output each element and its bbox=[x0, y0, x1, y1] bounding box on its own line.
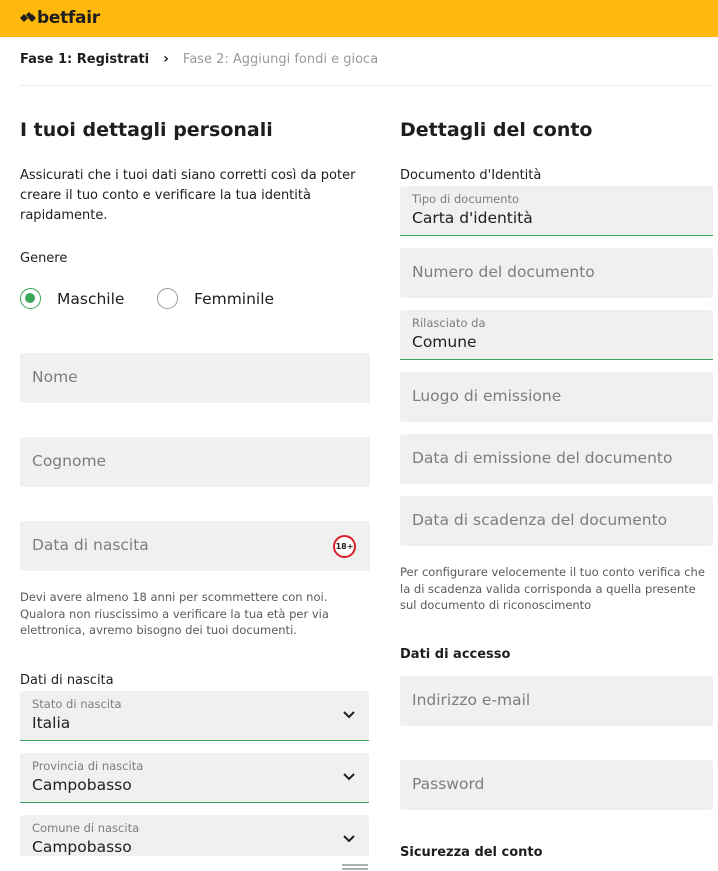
step-2-label: Fase 2: Aggiungi fondi e gioca bbox=[182, 51, 379, 67]
gender-option-female: Femminile bbox=[194, 289, 275, 308]
document-type-value: Carta d'identità bbox=[412, 209, 533, 227]
chevron-down-icon bbox=[343, 711, 355, 719]
password-placeholder: Password bbox=[412, 775, 485, 793]
radio-selected-icon[interactable] bbox=[20, 288, 41, 309]
expiry-date-input[interactable]: Data di scadenza del documento bbox=[400, 496, 713, 546]
document-type-label: Tipo di documento bbox=[412, 192, 520, 206]
document-type-select[interactable]: Tipo di documento Carta d'identità bbox=[400, 186, 713, 236]
password-input[interactable]: Password bbox=[400, 760, 713, 810]
document-number-input[interactable]: Numero del documento bbox=[400, 248, 713, 298]
issue-place-placeholder: Luogo di emissione bbox=[412, 387, 562, 405]
drag-handle-icon[interactable] bbox=[342, 864, 368, 866]
betfair-logo[interactable]: betfair bbox=[20, 8, 100, 28]
last-name-placeholder: Cognome bbox=[32, 452, 107, 470]
birth-state-select[interactable]: Stato di nascita Italia bbox=[20, 691, 369, 741]
birth-date-placeholder: Data di nascita bbox=[32, 536, 149, 554]
birth-city-label: Comune di nascita bbox=[32, 821, 140, 835]
personal-details-title: I tuoi dettagli personali bbox=[20, 119, 273, 141]
last-name-input[interactable]: Cognome bbox=[20, 437, 370, 487]
birth-province-label: Provincia di nascita bbox=[32, 759, 144, 773]
top-bar: betfair bbox=[0, 0, 718, 37]
issued-by-select[interactable]: Rilasciato da Comune bbox=[400, 310, 713, 360]
expiry-date-placeholder: Data di scadenza del documento bbox=[412, 511, 668, 529]
account-details-title: Dettagli del conto bbox=[400, 119, 593, 141]
issued-by-label: Rilasciato da bbox=[412, 316, 486, 330]
progress-steps: Fase 1: Registrati › Fase 2: Aggiungi fo… bbox=[20, 51, 378, 67]
divider bbox=[20, 85, 712, 86]
step-1-label: Fase 1: Registrati bbox=[20, 51, 150, 67]
age-requirement-note: Devi avere almeno 18 anni per scommetter… bbox=[20, 590, 329, 637]
chevron-right-icon: › bbox=[163, 51, 169, 67]
birth-province-select[interactable]: Provincia di nascita Campobasso bbox=[20, 753, 369, 803]
issue-place-input[interactable]: Luogo di emissione bbox=[400, 372, 713, 422]
birth-state-label: Stato di nascita bbox=[32, 697, 122, 711]
brand-name: betfair bbox=[37, 8, 100, 28]
personal-intro-text: Assicurati che i tuoi dati siano corrett… bbox=[20, 168, 356, 223]
email-input[interactable]: Indirizzo e-mail bbox=[400, 676, 713, 726]
first-name-input[interactable]: Nome bbox=[20, 353, 370, 403]
birth-data-title: Dati di nascita bbox=[20, 673, 114, 688]
birth-province-value: Campobasso bbox=[32, 776, 132, 794]
gender-radio-male[interactable]: Maschile bbox=[20, 288, 124, 309]
chevron-down-icon bbox=[343, 773, 355, 781]
issue-date-placeholder: Data di emissione del documento bbox=[412, 449, 673, 467]
chevron-down-icon bbox=[343, 835, 355, 843]
age-18-plus-icon: 18+ bbox=[333, 535, 356, 558]
birth-date-input[interactable]: Data di nascita 18+ bbox=[20, 521, 370, 571]
issue-date-input[interactable]: Data di emissione del documento bbox=[400, 434, 713, 484]
access-data-title: Dati di accesso bbox=[400, 647, 511, 662]
document-expiry-note: Per configurare velocemente il tuo conto… bbox=[400, 565, 705, 612]
document-number-placeholder: Numero del documento bbox=[412, 263, 595, 281]
gender-option-male: Maschile bbox=[57, 289, 125, 308]
gender-radio-female[interactable]: Femminile bbox=[157, 288, 274, 309]
radio-unselected-icon[interactable] bbox=[157, 288, 178, 309]
birth-city-value: Campobasso bbox=[32, 838, 132, 856]
issued-by-value: Comune bbox=[412, 333, 477, 351]
email-placeholder: Indirizzo e-mail bbox=[412, 691, 531, 709]
gender-label: Genere bbox=[20, 251, 68, 266]
identity-document-label: Documento d'Identità bbox=[400, 168, 542, 183]
betfair-arrows-icon bbox=[20, 12, 36, 22]
birth-state-value: Italia bbox=[32, 714, 71, 732]
first-name-placeholder: Nome bbox=[32, 368, 78, 386]
